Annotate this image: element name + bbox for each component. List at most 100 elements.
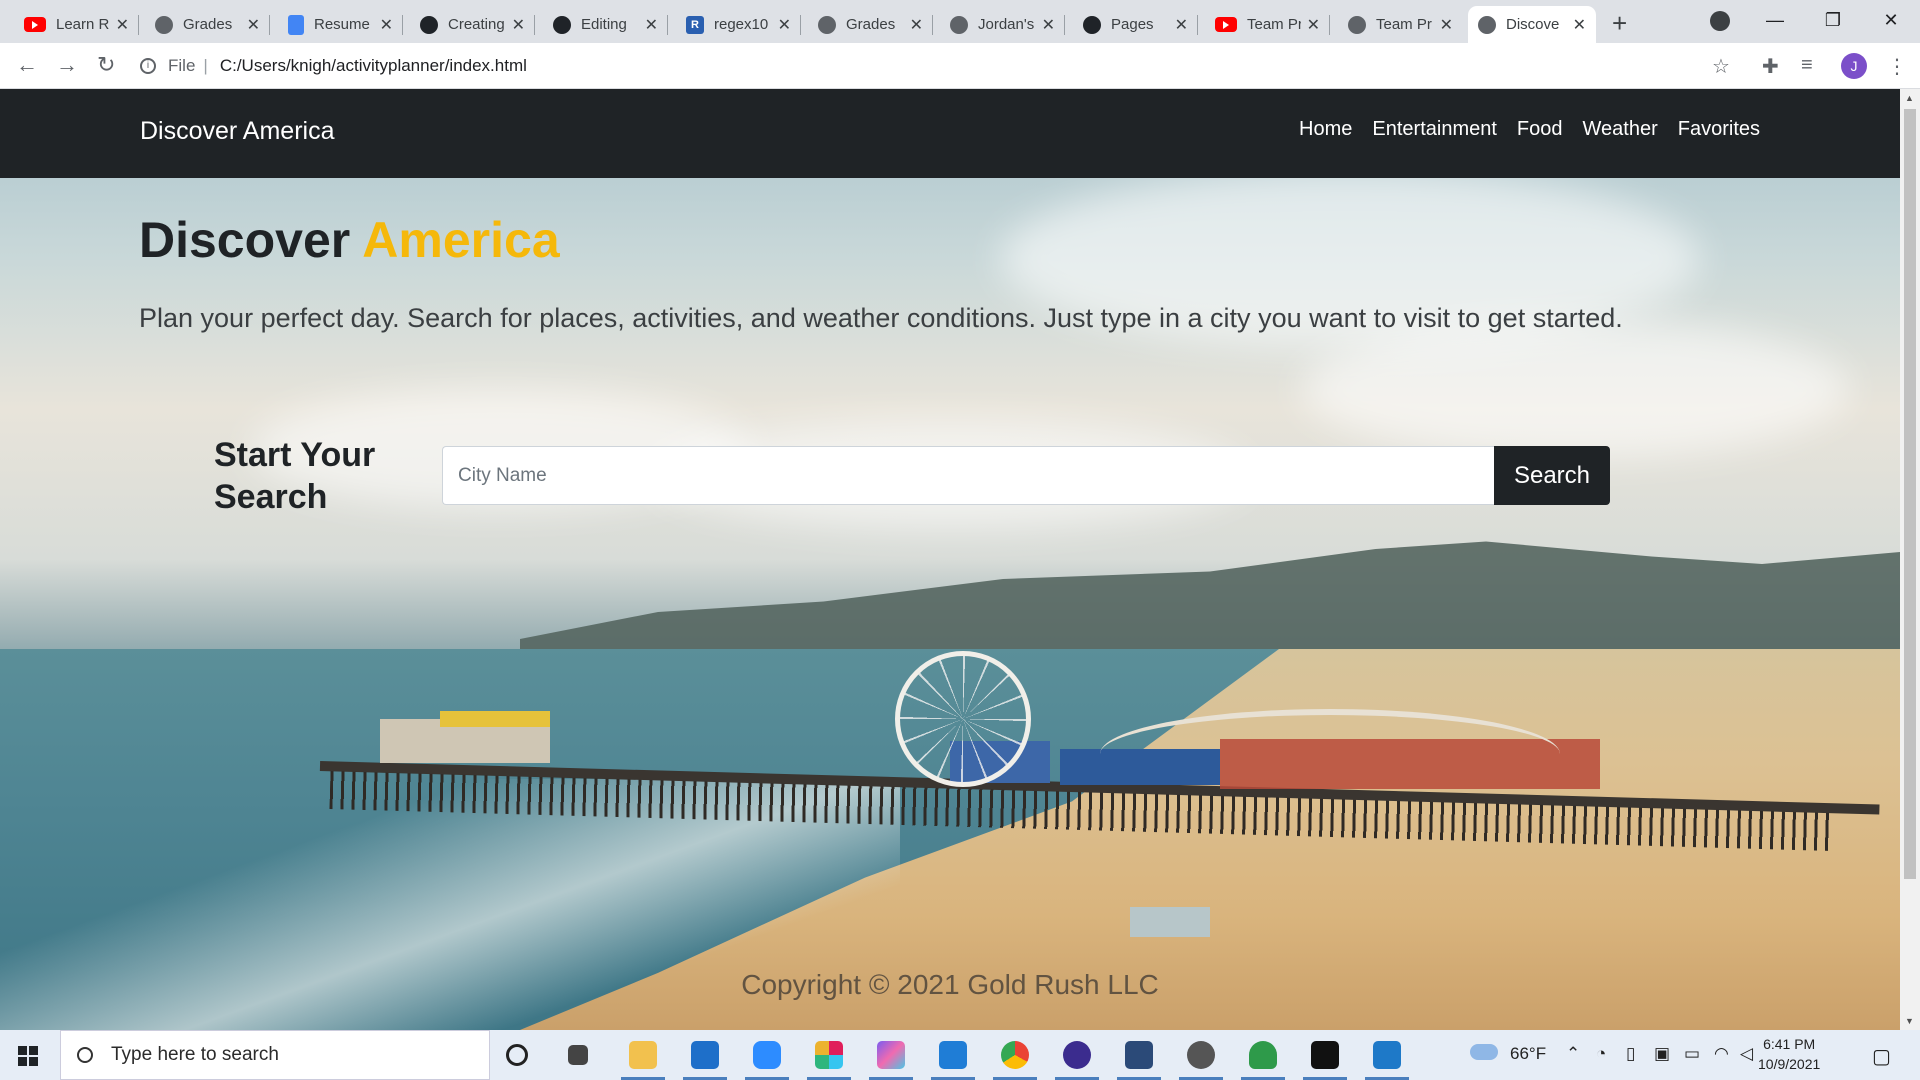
minimize-icon[interactable]: — <box>1746 0 1804 43</box>
docs-icon <box>288 14 304 35</box>
tab-title: Grades <box>846 16 896 33</box>
scroll-thumb[interactable] <box>1904 109 1916 879</box>
tab-discover-active[interactable]: Discove ✕ <box>1468 6 1596 43</box>
globe-icon <box>818 15 836 34</box>
nav-favorites[interactable]: Favorites <box>1678 118 1760 141</box>
tray-network-icon[interactable]: ◔ <box>1596 1044 1606 1064</box>
nav-food[interactable]: Food <box>1517 118 1563 141</box>
zoom-icon[interactable] <box>745 1041 789 1080</box>
notification-icon[interactable]: ▢ <box>1872 1044 1891 1069</box>
tab-team[interactable]: Team Pr ✕ <box>1338 6 1463 43</box>
app-green-icon[interactable] <box>1241 1041 1285 1080</box>
photos-icon[interactable] <box>1365 1041 1409 1080</box>
browser-toolbar: ← → ↻ i File | C:/Users/knigh/activitypl… <box>0 43 1920 89</box>
globe-icon <box>1348 15 1366 34</box>
cortana-icon[interactable] <box>506 1044 528 1066</box>
close-icon[interactable]: ✕ <box>1307 15 1320 35</box>
tab-title: regex10 <box>714 16 769 33</box>
close-icon[interactable]: ✕ <box>1175 15 1188 35</box>
tab-pages[interactable]: Pages ✕ <box>1073 6 1198 43</box>
wifi-icon[interactable]: ◠ <box>1714 1044 1729 1064</box>
city-search-input[interactable] <box>442 446 1495 505</box>
gitkraken-icon[interactable] <box>869 1041 913 1080</box>
scroll-up-icon[interactable]: ▲ <box>1905 93 1914 103</box>
tab-jordans[interactable]: Jordan's ✕ <box>940 6 1065 43</box>
close-icon[interactable]: ✕ <box>645 15 658 35</box>
tray-usb-icon[interactable]: ▯ <box>1626 1044 1635 1064</box>
vscode-icon[interactable] <box>931 1041 975 1080</box>
navbar-brand[interactable]: Discover America <box>140 117 335 146</box>
tab-grades-2[interactable]: Grades ✕ <box>808 6 933 43</box>
title-main: Discover <box>139 212 351 268</box>
clock-time: 6:41 PM <box>1763 1036 1816 1052</box>
close-icon[interactable]: ✕ <box>778 15 791 35</box>
search-button[interactable]: Search <box>1494 446 1610 505</box>
tab-creating[interactable]: Creating ✕ <box>410 6 535 43</box>
page-scrollbar[interactable]: ▲ ▼ <box>1900 89 1920 1030</box>
restore-icon[interactable]: ❐ <box>1804 0 1862 43</box>
back-icon[interactable]: ← <box>16 52 38 78</box>
extensions-icon[interactable]: ✚ <box>1762 54 1779 79</box>
reload-icon[interactable]: ↻ <box>97 52 115 78</box>
r-icon: R <box>686 15 704 34</box>
youtube-icon <box>24 17 46 32</box>
nav-entertainment[interactable]: Entertainment <box>1372 118 1497 141</box>
clock-date: 10/9/2021 <box>1758 1056 1821 1072</box>
roller-coaster <box>1100 709 1560 799</box>
lifeguard-tower <box>1130 907 1210 937</box>
globe-icon <box>950 15 968 34</box>
tab-grades[interactable]: Grades ✕ <box>145 6 270 43</box>
close-icon[interactable]: ✕ <box>380 15 393 35</box>
search-label-line1: Start Your <box>214 436 376 474</box>
tab-learn[interactable]: Learn R ✕ <box>14 6 139 43</box>
taskbar-search-box[interactable]: Type here to search <box>60 1030 490 1080</box>
chevron-up-icon[interactable]: ⌃ <box>1566 1044 1580 1064</box>
tab-regex[interactable]: R regex10 ✕ <box>676 6 801 43</box>
slack-icon[interactable] <box>807 1041 851 1080</box>
tab-team-youtube[interactable]: Team Pr ✕ <box>1205 6 1330 43</box>
profile-avatar[interactable]: J <box>1841 53 1867 79</box>
tab-title: Creating <box>448 16 505 33</box>
close-icon[interactable]: ✕ <box>116 15 129 35</box>
forward-icon[interactable]: → <box>56 52 78 78</box>
close-icon[interactable]: ✕ <box>1440 15 1453 35</box>
github-icon <box>1083 15 1101 34</box>
tab-search-icon[interactable] <box>1710 11 1730 31</box>
menu-icon[interactable]: ⋮ <box>1887 54 1907 79</box>
address-bar[interactable]: i File | C:/Users/knigh/activityplanner/… <box>140 48 1740 83</box>
tab-title: Discove <box>1506 16 1560 33</box>
settings-gear-icon[interactable] <box>1179 1041 1223 1080</box>
close-icon[interactable]: ✕ <box>910 15 923 35</box>
nav-home[interactable]: Home <box>1299 118 1352 141</box>
info-icon[interactable]: i <box>140 57 156 74</box>
app-blue-icon[interactable] <box>1117 1041 1161 1080</box>
mail-icon[interactable] <box>683 1041 727 1080</box>
close-icon[interactable]: ✕ <box>1573 15 1586 35</box>
close-icon[interactable]: ✕ <box>247 15 260 35</box>
url-text[interactable]: C:/Users/knigh/activityplanner/index.htm… <box>220 56 527 76</box>
task-view-icon[interactable] <box>568 1045 588 1065</box>
chrome-icon[interactable] <box>993 1041 1037 1080</box>
weather-cloud-icon[interactable] <box>1470 1044 1498 1060</box>
windows-start-icon[interactable] <box>18 1046 38 1066</box>
app-moon-icon[interactable] <box>1055 1041 1099 1080</box>
volume-icon[interactable]: ◁ <box>1740 1044 1753 1064</box>
close-icon[interactable]: ✕ <box>512 15 525 35</box>
lead-text: Plan your perfect day. Search for places… <box>139 303 1623 333</box>
nav-links: Home Entertainment Food Weather Favorite… <box>1299 118 1760 141</box>
weather-temp[interactable]: 66°F <box>1510 1044 1546 1064</box>
scroll-down-icon[interactable]: ▼ <box>1905 1016 1914 1026</box>
close-window-icon[interactable]: ✕ <box>1862 0 1920 43</box>
taskbar-clock[interactable]: 6:41 PM 10/9/2021 <box>1758 1034 1820 1074</box>
terminal-icon[interactable] <box>1303 1041 1347 1080</box>
tray-device-icon[interactable]: ▣ <box>1654 1044 1670 1064</box>
new-tab-icon[interactable]: + <box>1612 8 1627 39</box>
battery-icon[interactable]: ▭ <box>1684 1044 1700 1064</box>
tab-editing[interactable]: Editing ✕ <box>543 6 668 43</box>
nav-weather[interactable]: Weather <box>1583 118 1658 141</box>
tab-resume[interactable]: Resume ✕ <box>278 6 403 43</box>
bookmark-star-icon[interactable]: ☆ <box>1712 54 1730 79</box>
file-explorer-icon[interactable] <box>621 1041 665 1080</box>
media-control-icon[interactable]: ≡ <box>1801 54 1813 77</box>
close-icon[interactable]: ✕ <box>1042 15 1055 35</box>
